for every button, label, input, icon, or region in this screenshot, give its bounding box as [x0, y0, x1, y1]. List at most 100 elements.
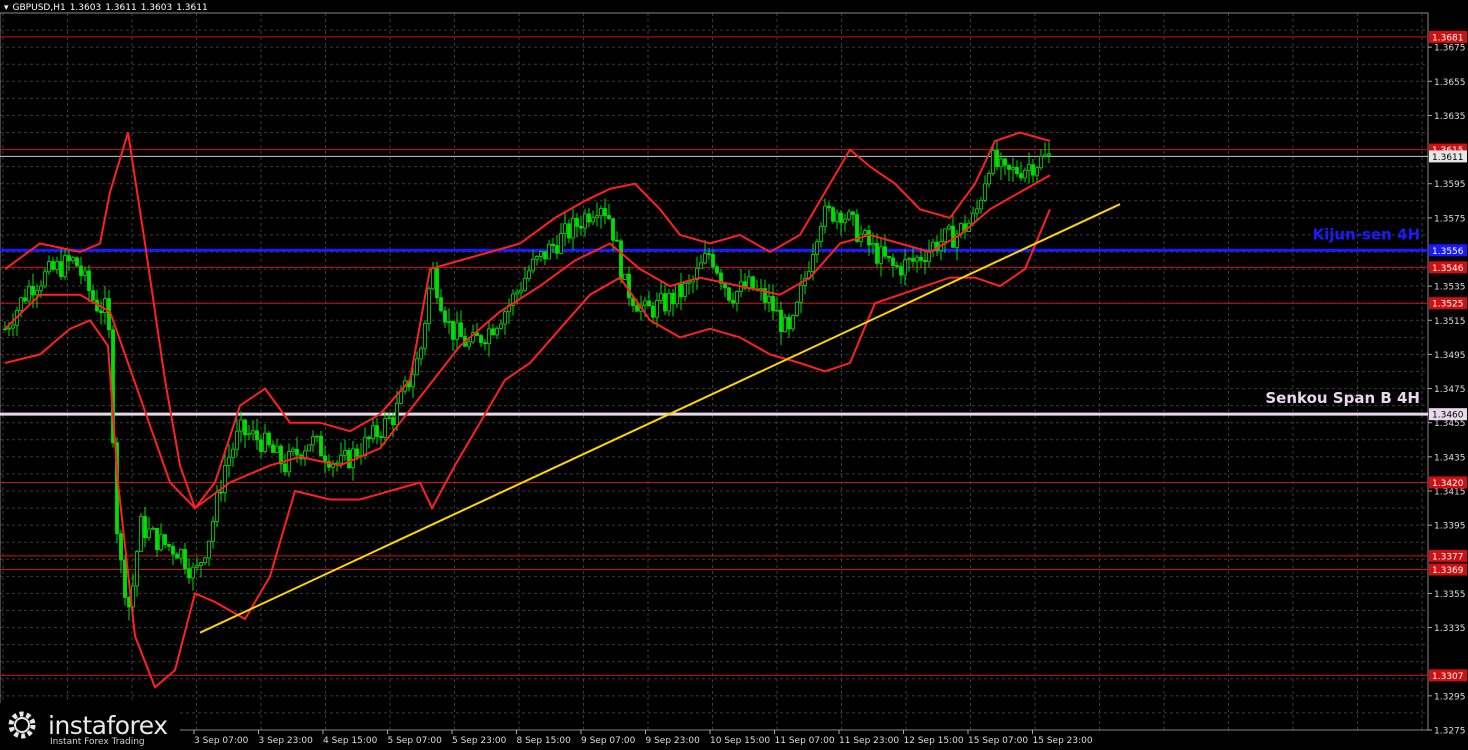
candle-body — [155, 527, 159, 551]
open-value: 1.3603 — [69, 3, 102, 13]
candle-body — [951, 225, 955, 248]
candle-body — [27, 286, 31, 302]
price-tick-label: 1.3395 — [1434, 522, 1466, 532]
candle-body — [863, 230, 867, 235]
candle-body — [1035, 167, 1039, 176]
candle-body — [319, 435, 323, 457]
candle-body — [91, 290, 95, 301]
time-tick-label: 5 Sep 07:00 — [388, 736, 443, 746]
price-tick-label: 1.3455 — [1434, 419, 1466, 429]
candle-body — [383, 418, 387, 438]
candle-body — [203, 557, 207, 564]
candle-body — [351, 448, 355, 469]
candle-body — [19, 297, 23, 311]
candle-body — [531, 258, 535, 272]
candle-body — [583, 213, 587, 229]
candle-body — [375, 425, 379, 437]
candle-body — [851, 211, 855, 216]
candle-body — [551, 243, 555, 246]
low-value: 1.3603 — [140, 3, 173, 13]
candle-body — [887, 255, 891, 259]
candle-body — [147, 528, 151, 539]
candle-body — [1019, 173, 1023, 179]
candle-body — [255, 430, 259, 441]
candle-body — [995, 150, 999, 168]
candle-body — [819, 226, 823, 243]
current-price-text: 1.3611 — [1432, 153, 1464, 163]
candle-body — [867, 230, 871, 246]
candle-body — [571, 217, 575, 239]
candle-body — [659, 293, 663, 301]
candle-body — [215, 491, 219, 522]
candle-body — [683, 282, 687, 298]
candle-body — [187, 568, 191, 579]
candle-body — [75, 257, 79, 267]
candle-body — [495, 327, 499, 336]
senkou-span-b-caption: Senkou Span B 4H — [1265, 389, 1420, 407]
candle-body — [731, 299, 735, 304]
candle-body — [143, 516, 147, 539]
candle-body — [555, 245, 559, 254]
candle-body — [271, 444, 275, 453]
candle-body — [835, 212, 839, 222]
candle-body — [415, 358, 419, 376]
level-label-text: 1.3681 — [1432, 33, 1464, 43]
candle-body — [843, 218, 847, 223]
time-tick-label: 12 Sep 15:00 — [904, 736, 964, 746]
candle-body — [59, 261, 63, 277]
candle-body — [519, 289, 523, 293]
candle-body — [607, 215, 611, 220]
candle-body — [983, 183, 987, 201]
high-value: 1.3611 — [105, 3, 137, 13]
candle-body — [899, 266, 903, 276]
candle-body — [895, 265, 899, 267]
candle-body — [671, 292, 675, 305]
price-tick-label: 1.3635 — [1434, 112, 1466, 122]
senkou-price-text: 1.3460 — [1432, 411, 1464, 421]
price-tick-label: 1.3655 — [1434, 78, 1466, 88]
close-value: 1.3611 — [176, 3, 208, 13]
candle-body — [1031, 164, 1035, 176]
time-tick-label: 11 Sep 23:00 — [839, 736, 899, 746]
candle-body — [1003, 158, 1007, 166]
candle-body — [915, 256, 919, 262]
logo-brand: instaforex — [48, 711, 168, 740]
time-tick-label: 9 Sep 07:00 — [581, 736, 636, 746]
candle-body — [47, 261, 51, 273]
candle-body — [11, 324, 15, 329]
candle-body — [67, 255, 71, 262]
candle-body — [267, 432, 271, 446]
candle-body — [171, 545, 175, 555]
candle-body — [707, 253, 711, 256]
price-tick-label: 1.3275 — [1434, 727, 1466, 737]
candle-body — [263, 432, 267, 452]
candle-body — [635, 305, 639, 312]
candle-body — [367, 436, 371, 439]
candle-body — [679, 283, 683, 298]
candle-body — [291, 448, 295, 452]
candle-body — [243, 419, 247, 436]
candle-body — [139, 516, 143, 552]
candle-body — [651, 305, 655, 318]
price-chart: 1.3675 1.3655 1.3635 1.3595 1.3575 1.3535 1.35… — [0, 0, 1468, 750]
candle-body — [431, 268, 435, 290]
candle-body — [779, 309, 783, 333]
candle-body — [55, 261, 59, 270]
logo-tagline: Instant Forex Trading — [50, 737, 145, 747]
candle-body — [875, 243, 879, 264]
candle-body — [39, 285, 43, 291]
candle-body — [247, 433, 251, 436]
candle-body — [663, 293, 667, 312]
candle-body — [287, 451, 291, 473]
collapse-arrow-icon[interactable]: ▾ — [4, 3, 9, 13]
candle-body — [943, 228, 947, 243]
candle-body — [1007, 164, 1011, 170]
candle-body — [559, 233, 563, 254]
gear-logo-icon — [8, 711, 36, 739]
candle-body — [599, 208, 603, 217]
candle-body — [799, 284, 803, 303]
candle-body — [343, 450, 347, 456]
candle-body — [483, 342, 487, 345]
candle-body — [767, 295, 771, 303]
candle-body — [443, 310, 447, 323]
